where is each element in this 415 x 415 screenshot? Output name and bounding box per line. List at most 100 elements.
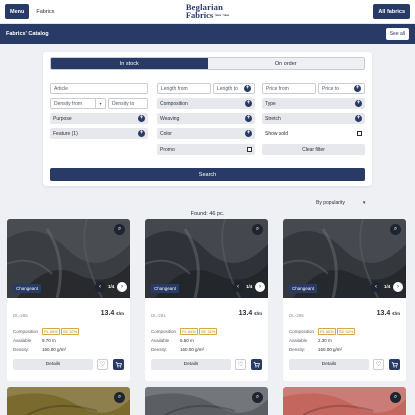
composition-tag: PL 66% <box>180 328 198 335</box>
prev-image-button[interactable]: ‹ <box>233 282 243 292</box>
article-input[interactable]: Article <box>50 83 148 94</box>
product-card[interactable]: ⌕ Changeant ‹ 1/4 › DL-286 13.4 €/m Comp… <box>283 219 406 381</box>
purpose-filter[interactable]: Purpose + <box>50 113 148 124</box>
stock-tabs: In stock On order <box>50 57 365 70</box>
product-price: 13.4 €/m <box>100 310 124 317</box>
zoom-icon[interactable]: ⌕ <box>114 392 125 403</box>
show-sold-checkbox[interactable]: Show sold <box>262 128 365 139</box>
length-plus-icon[interactable]: + <box>244 85 251 92</box>
density-label: Density: <box>289 347 306 352</box>
changeant-badge: Changeant <box>151 284 180 293</box>
plus-icon: + <box>245 100 252 107</box>
composition-tags: PL 66% SE 32% <box>318 328 356 335</box>
top-header: Menu Fabrics Beglarian Fabrics Since · Si… <box>0 0 415 24</box>
weaving-filter[interactable]: Weaving + <box>157 113 255 124</box>
details-button[interactable]: Details <box>13 359 93 370</box>
feature-filter[interactable]: Feature (1) + <box>50 128 148 139</box>
length-to-input[interactable]: Length to + <box>213 83 255 94</box>
details-button[interactable]: Details <box>289 359 369 370</box>
cart-icon[interactable] <box>389 359 400 370</box>
heart-icon[interactable]: ♡ <box>235 359 246 370</box>
all-fabrics-button[interactable]: All fabrics <box>373 4 410 19</box>
chevron-down-icon: ▾ <box>362 200 366 206</box>
plus-icon: + <box>355 115 362 122</box>
heart-icon[interactable]: ♡ <box>373 359 384 370</box>
available-label: Available <box>289 338 308 343</box>
zoom-icon[interactable]: ⌕ <box>114 224 125 235</box>
search-button[interactable]: Search <box>50 168 365 181</box>
density-to-input[interactable]: Density to <box>108 98 148 109</box>
composition-filter[interactable]: Composition + <box>157 98 255 109</box>
details-button[interactable]: Details <box>151 359 231 370</box>
clear-filter-button[interactable]: Clear filter <box>262 144 365 155</box>
catalog-banner: Fabrics' Catalog See all <box>0 24 415 44</box>
product-code: DL-285 <box>13 313 28 318</box>
available-value: 5.50 m <box>180 338 194 343</box>
fabric-image[interactable]: ⌕ Changeant ‹ 1/4 › <box>7 219 130 298</box>
fabric-image[interactable]: ⌕ Changeant ‹ 1/4 › <box>283 219 406 298</box>
product-card[interactable]: ⌕ Changeant ‹ 1/4 › DL-285 13.4 €/m Comp… <box>7 219 130 381</box>
zoom-icon[interactable]: ⌕ <box>390 392 401 403</box>
available-label: Available <box>13 338 32 343</box>
changeant-badge: Changeant <box>13 284 42 293</box>
fabric-image[interactable]: ⌕ Changeant ‹ 1/4 › <box>145 219 268 298</box>
length-from-input[interactable]: Length from <box>157 83 211 94</box>
tab-in-stock[interactable]: In stock <box>51 58 208 69</box>
composition-tag: SE 32% <box>60 328 80 335</box>
product-price: 13.4 €/m <box>376 310 400 317</box>
menu-button[interactable]: Menu <box>5 4 30 19</box>
checkbox-icon[interactable] <box>357 131 362 136</box>
fabric-image[interactable] <box>283 387 406 415</box>
found-count: Found: 46 pc. <box>190 211 225 217</box>
product-card-partial[interactable]: ⌕ <box>7 387 130 415</box>
density-label: Density: <box>151 347 168 352</box>
image-counter: 1/4 <box>108 284 115 289</box>
product-card-partial[interactable]: ⌕ <box>145 387 268 415</box>
heart-icon[interactable]: ♡ <box>97 359 108 370</box>
see-all-button[interactable]: See all <box>385 28 409 40</box>
logo-line-2: Fabrics Since · Since <box>185 10 230 20</box>
zoom-icon[interactable]: ⌕ <box>390 224 401 235</box>
chevron-down-icon: ▾ <box>95 99 105 108</box>
next-image-button[interactable]: › <box>393 282 403 292</box>
image-counter: 1/4 <box>246 284 253 289</box>
prev-image-button[interactable]: ‹ <box>371 282 381 292</box>
promo-checkbox[interactable]: Promo <box>157 144 255 155</box>
price-from-input[interactable]: Price from <box>262 83 316 94</box>
available-label: Available <box>151 338 170 343</box>
zoom-icon[interactable]: ⌕ <box>252 224 263 235</box>
product-code: DL-286 <box>289 313 304 318</box>
product-card[interactable]: ⌕ Changeant ‹ 1/4 › DL-281 13.4 €/m Comp… <box>145 219 268 381</box>
cart-icon[interactable] <box>113 359 124 370</box>
density-value: 160.00 g/m² <box>42 347 67 352</box>
price-to-input[interactable]: Price to + <box>318 83 365 94</box>
density-from-select[interactable]: Density from ▾ <box>50 98 106 109</box>
fabric-image[interactable] <box>7 387 130 415</box>
price-plus-icon[interactable]: + <box>354 85 361 92</box>
product-card-partial[interactable]: ⌕ <box>283 387 406 415</box>
logo-sub: Since · Since <box>215 14 230 18</box>
filter-panel: In stock On order Article Length from Le… <box>43 52 372 186</box>
composition-label: Composition <box>289 329 315 334</box>
tab-on-order[interactable]: On order <box>207 58 364 69</box>
plus-icon: + <box>245 130 252 137</box>
checkbox-icon[interactable] <box>247 147 252 152</box>
next-image-button[interactable]: › <box>117 282 127 292</box>
color-filter[interactable]: Color + <box>157 128 255 139</box>
fabrics-nav-link[interactable]: Fabrics <box>36 9 54 15</box>
stretch-filter[interactable]: Stretch + <box>262 113 365 124</box>
composition-label: Composition <box>151 329 177 334</box>
zoom-icon[interactable]: ⌕ <box>252 392 263 403</box>
cart-icon[interactable] <box>251 359 262 370</box>
type-filter[interactable]: Type + <box>262 98 365 109</box>
composition-tags: PL 66% SE 32% <box>180 328 218 335</box>
image-counter: 1/4 <box>384 284 391 289</box>
prev-image-button[interactable]: ‹ <box>95 282 105 292</box>
sort-dropdown[interactable]: By popularity ▾ <box>316 200 365 206</box>
composition-tags: PL 66% SE 32% <box>42 328 80 335</box>
next-image-button[interactable]: › <box>255 282 265 292</box>
composition-tag: SE 32% <box>336 328 356 335</box>
brand-logo[interactable]: Beglarian Fabrics Since · Since <box>186 3 229 20</box>
fabric-image[interactable] <box>145 387 268 415</box>
available-value: 2.30 m <box>318 338 332 343</box>
